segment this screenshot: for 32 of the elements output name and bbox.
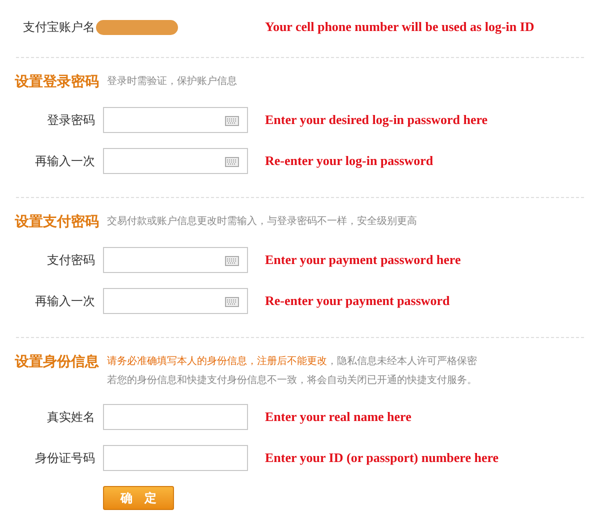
password-field[interactable] bbox=[103, 246, 248, 272]
field-label: 身份证号码 bbox=[34, 450, 95, 466]
password-field[interactable] bbox=[103, 288, 248, 314]
field-label: 支付宝账户名 bbox=[22, 19, 95, 36]
annotation-text: Enter your real name here bbox=[265, 408, 412, 426]
keyboard-icon bbox=[225, 296, 239, 306]
keyboard-icon bbox=[225, 256, 239, 266]
annotation-text: Enter your ID (or passport) numbere here bbox=[265, 448, 499, 467]
password-field[interactable] bbox=[103, 148, 248, 174]
section-title: 设置支付密码 bbox=[15, 212, 99, 231]
annotation-text: Enter your desired log-in password here bbox=[265, 110, 488, 129]
field-label: 再输入一次 bbox=[34, 152, 95, 170]
annotation-text: Your cell phone number will be used as log-in ID bbox=[265, 18, 534, 36]
input-field[interactable] bbox=[103, 444, 248, 470]
annotation-text: Re-enter your payment password bbox=[265, 292, 450, 310]
section-hint: 若您的身份信息和快捷支付身份信息不一致，将会自动关闭已开通的快捷支付服务。 bbox=[107, 374, 477, 388]
field-label: 登录密码 bbox=[46, 112, 95, 128]
annotation-text: Re-enter your log-in password bbox=[265, 152, 434, 170]
section-title: 设置登录密码 bbox=[15, 72, 99, 91]
section-hint: 登录时需验证，保护账户信息 bbox=[107, 75, 237, 89]
keyboard-icon bbox=[225, 156, 239, 166]
field-label: 支付密码 bbox=[46, 252, 95, 268]
keyboard-icon bbox=[225, 116, 239, 126]
confirm-button[interactable]: 确 定 bbox=[103, 486, 174, 510]
field-label: 再输入一次 bbox=[34, 292, 95, 310]
annotation-text: Enter your payment password here bbox=[265, 250, 461, 269]
section-title: 设置身份信息 bbox=[15, 352, 99, 371]
section-hint: 请务必准确填写本人的身份信息，注册后不能更改，隐私信息未经本人许可严格保密 bbox=[107, 355, 477, 369]
field-label: 真实姓名 bbox=[46, 408, 95, 426]
password-field[interactable] bbox=[103, 106, 248, 132]
section-hint: 交易付款或账户信息更改时需输入，与登录密码不一样，安全级别更高 bbox=[107, 215, 417, 229]
input-field[interactable] bbox=[103, 404, 248, 430]
